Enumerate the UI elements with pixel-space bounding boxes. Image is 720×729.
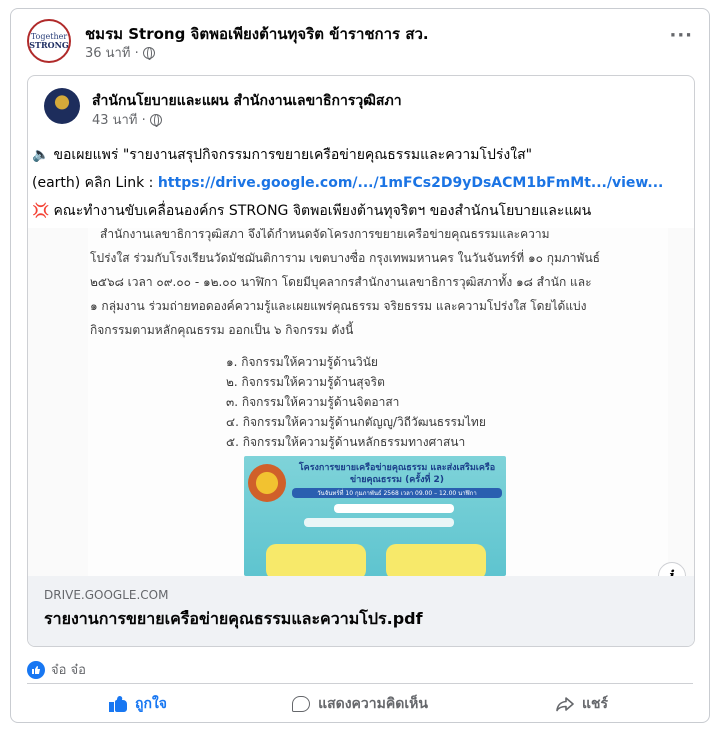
poster-group-box	[386, 544, 486, 576]
link-domain: DRIVE.GOOGLE.COM	[44, 588, 169, 602]
doc-list-item: ๔. กิจกรรมให้ความรู้ด้านกตัญญู/วิถีวัฒนธ…	[226, 415, 486, 429]
post-header: Together STRONG ชมรม Strong จิตพอเพียงต้…	[27, 19, 693, 69]
doc-paragraph-line: ๒๕๖๘ เวลา ๐๙.๐๐ - ๑๒.๐๐ นาฬิกา โดยมีบุคล…	[90, 275, 592, 289]
speaker-icon: 🔈	[32, 147, 50, 163]
poster-date: วันจันทร์ที่ 10 กุมภาพันธ์ 2568 เวลา 09.…	[292, 488, 502, 498]
doc-paragraph-line: กิจกรรมตามหลักคุณธรรม ออกเป็น ๖ กิจกรรม …	[90, 323, 354, 337]
page-avatar[interactable]: Together STRONG	[27, 19, 71, 63]
poster-location-bar	[334, 504, 454, 513]
doc-activity-list: ๑. กิจกรรมให้ความรู้ด้านวินัย ๒. กิจกรรม…	[226, 352, 486, 452]
post-text-line-2: (earth) คลิก Link : https://drive.google…	[32, 172, 663, 194]
reaction-names: จ๋อ จ๋อ	[51, 663, 86, 678]
post-meta: 36 นาที ·	[85, 42, 155, 63]
doc-paragraph-line: สำนักงานเลขาธิการวุฒิสภา จึงได้กำหนดจัดโ…	[100, 228, 550, 241]
drive-link[interactable]: https://drive.google.com/.../1mFCs2D9yDs…	[158, 175, 664, 191]
comment-bubble-icon	[292, 696, 311, 712]
more-options-button[interactable]: ···	[669, 25, 693, 46]
document-preview-image[interactable]: สำนักงานเลขาธิการวุฒิสภา จึงได้กำหนดจัดโ…	[28, 228, 694, 576]
shared-post-meta: 43 นาที ·	[92, 109, 162, 130]
avatar-text-bottom: STRONG	[29, 40, 69, 50]
post-text-line-3: 💢 คณะทำงานขับเคลื่อนองค์กร STRONG จิตพอเพ…	[32, 200, 591, 222]
like-label: ถูกใจ	[135, 696, 167, 712]
share-label: แชร์	[581, 696, 609, 712]
poster-group-box	[266, 544, 366, 576]
shared-post: สำนักนโยบายและแผน สำนักงานเลขาธิการวุฒิส…	[27, 75, 695, 647]
doc-paragraph-line: ๑ กลุ่มงาน ร่วมถ่ายทอดองค์ความรู้และเผยแ…	[90, 299, 587, 313]
doc-list-item: ๒. กิจกรรมให้ความรู้ด้านสุจริต	[226, 375, 385, 389]
document-page: สำนักงานเลขาธิการวุฒิสภา จึงได้กำหนดจัดโ…	[88, 228, 668, 576]
globe-icon	[149, 113, 162, 127]
link-file-title[interactable]: รายงานการขยายเครือข่ายคุณธรรมและความโปร.…	[44, 607, 423, 632]
reaction-summary[interactable]: จ๋อ จ๋อ	[27, 659, 86, 680]
link-preview-footer[interactable]: DRIVE.GOOGLE.COM รายงานการขยายเครือข่ายค…	[28, 576, 694, 646]
post-time[interactable]: 36 นาที ·	[85, 42, 139, 63]
anger-symbol-icon: 💢	[32, 203, 50, 219]
like-button[interactable]: ถูกใจ	[27, 687, 249, 721]
doc-list-item: ๕. กิจกรรมให้ความรู้ด้านหลักธรรมทางศาสนา	[226, 435, 466, 449]
share-arrow-icon	[556, 696, 574, 712]
action-divider	[27, 683, 693, 684]
event-poster: โครงการขยายเครือข่ายคุณธรรม และส่งเสริมเ…	[244, 456, 506, 576]
link-prefix: (earth) คลิก Link :	[32, 175, 158, 191]
globe-icon	[142, 46, 155, 60]
like-icon	[27, 660, 45, 679]
action-bar: ถูกใจ แสดงความคิดเห็น แชร์	[27, 687, 693, 721]
announcement-text: ขอเผยแพร่ "รายงานสรุปกิจกรรมการขยายเครือ…	[53, 147, 533, 163]
comment-label: แสดงความคิดเห็น	[318, 696, 428, 712]
doc-list-item: ๓. กิจกรรมให้ความรู้ด้านจิตอาสา	[226, 395, 400, 409]
poster-title: โครงการขยายเครือข่ายคุณธรรม และส่งเสริมเ…	[298, 463, 496, 485]
comment-button[interactable]: แสดงความคิดเห็น	[249, 687, 471, 721]
shared-post-time[interactable]: 43 นาที ·	[92, 109, 146, 130]
poster-info-bar	[304, 518, 454, 527]
post-text-line-1: 🔈 ขอเผยแพร่ "รายงานสรุปกิจกรรมการขยายเครื…	[32, 144, 532, 166]
senate-logo-icon	[248, 464, 286, 502]
post-card: Together STRONG ชมรม Strong จิตพอเพียงต้…	[10, 8, 710, 723]
doc-list-item: ๑. กิจกรรมให้ความรู้ด้านวินัย	[226, 355, 378, 369]
team-text: คณะทำงานขับเคลื่อนองค์กร STRONG จิตพอเพี…	[53, 203, 592, 219]
doc-paragraph-line: โปร่งใส ร่วมกับโรงเรียนวัดมัชฌันติการาม …	[90, 251, 600, 265]
share-button[interactable]: แชร์	[471, 687, 693, 721]
shared-page-avatar[interactable]	[44, 88, 80, 124]
thumbs-up-icon	[109, 695, 127, 712]
